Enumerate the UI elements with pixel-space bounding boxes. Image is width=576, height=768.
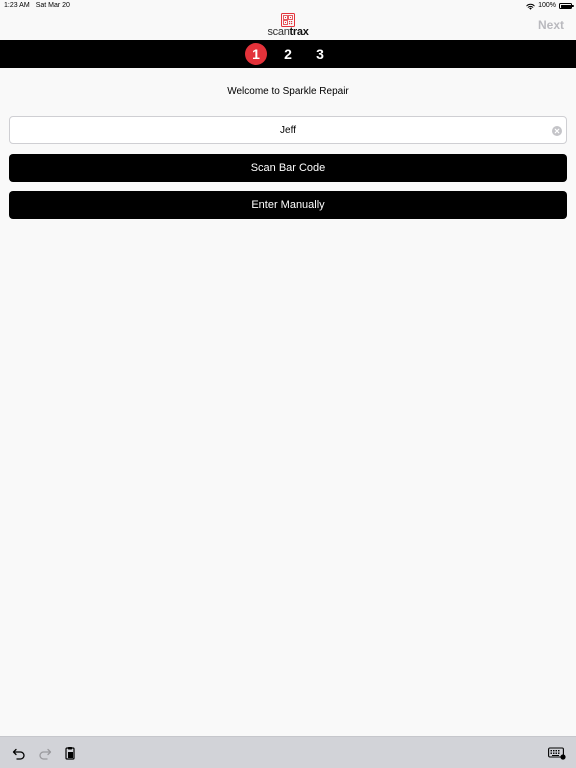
step-2: 2 xyxy=(284,46,292,62)
keyboard-dismiss-icon[interactable] xyxy=(548,746,566,760)
battery-level-fill xyxy=(560,4,571,8)
step-indicator-bar: 1 2 3 xyxy=(0,40,576,68)
step-1: 1 xyxy=(245,43,267,65)
battery-icon xyxy=(559,3,574,9)
paste-icon[interactable] xyxy=(63,746,77,760)
logo-wordmark: scantrax xyxy=(0,26,576,38)
scantrax-logo: scantrax xyxy=(0,13,576,38)
step-3: 3 xyxy=(316,46,324,62)
status-left: 1:23 AM Sat Mar 20 xyxy=(4,0,70,12)
clear-icon[interactable] xyxy=(552,126,562,136)
scan-bar-code-button[interactable]: Scan Bar Code xyxy=(9,154,567,182)
welcome-text: Welcome to Sparkle Repair xyxy=(227,86,349,97)
next-button[interactable]: Next xyxy=(538,18,564,32)
battery-cap xyxy=(572,5,574,7)
status-time: 1:23 AM xyxy=(4,2,30,9)
name-input[interactable] xyxy=(10,117,566,143)
undo-icon[interactable] xyxy=(12,746,26,760)
barcode-logo-icon xyxy=(281,13,295,27)
redo-icon[interactable] xyxy=(38,746,52,760)
header: scantrax Next xyxy=(0,12,576,40)
enter-manually-button[interactable]: Enter Manually xyxy=(9,191,567,219)
wifi-icon xyxy=(526,3,535,10)
name-field[interactable] xyxy=(9,116,567,144)
keyboard-shortcut-bar xyxy=(0,736,576,768)
status-bar: 1:23 AM Sat Mar 20 100% xyxy=(0,0,576,12)
status-right: 100% xyxy=(526,0,574,12)
step-list: 1 2 3 xyxy=(245,43,331,65)
status-date: Sat Mar 20 xyxy=(35,2,70,9)
logo-text-trax: trax xyxy=(289,26,309,38)
battery-percent: 100% xyxy=(538,2,556,9)
app-screen: 1:23 AM Sat Mar 20 100% scantrax Next 1 … xyxy=(0,0,576,768)
logo-text-scan: scan xyxy=(267,26,290,38)
